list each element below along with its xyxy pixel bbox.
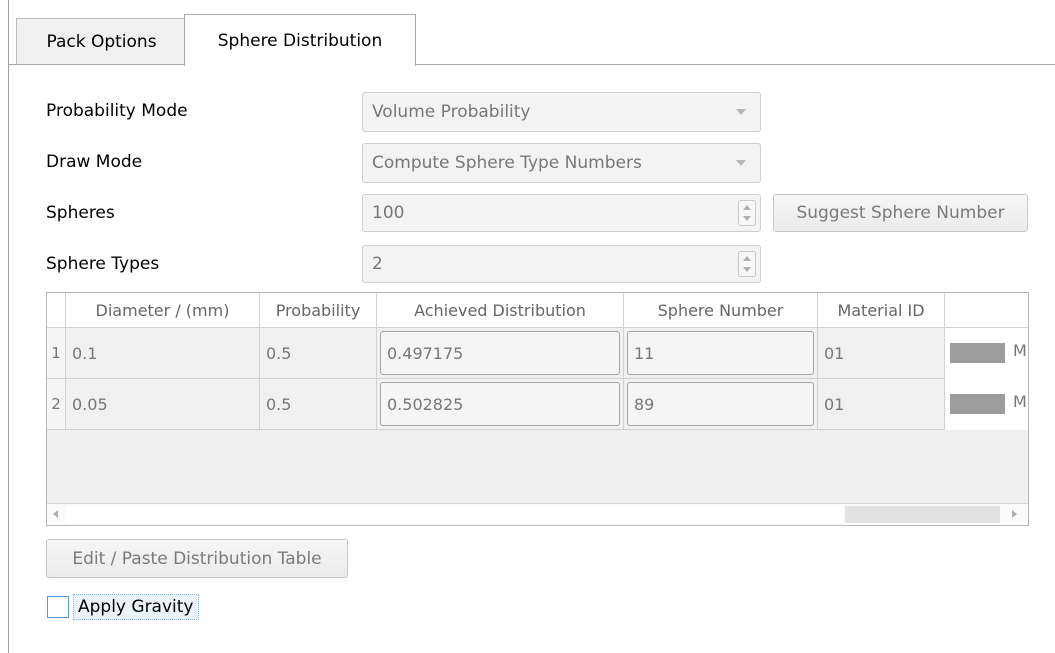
cell-sphere-number-value: 11 <box>627 331 814 375</box>
material-color-swatch <box>950 394 1005 414</box>
cell-sphere-number[interactable]: 89 <box>624 379 818 430</box>
tab-sphere-distribution-label: Sphere Distribution <box>217 30 383 51</box>
cell-material-id[interactable]: 01 <box>818 379 945 430</box>
edit-paste-distribution-table-button[interactable]: Edit / Paste Distribution Table <box>46 539 348 578</box>
column-header-material-color[interactable] <box>945 293 1028 328</box>
cell-achieved-distribution-value: 0.497175 <box>380 331 620 375</box>
probability-mode-select[interactable]: Volume Probability <box>362 92 761 132</box>
spheres-stepper[interactable] <box>738 200 756 226</box>
material-name-text: M <box>1013 392 1027 411</box>
probability-mode-value: Volume Probability <box>372 102 531 122</box>
horizontal-scrollbar[interactable] <box>47 503 1028 525</box>
material-name-text: M <box>1013 341 1027 360</box>
step-up-icon[interactable] <box>743 256 751 261</box>
spheres-spinbox[interactable]: 100 <box>362 194 761 232</box>
spheres-value: 100 <box>372 203 405 223</box>
tab-sphere-distribution[interactable]: Sphere Distribution <box>184 14 416 66</box>
cell-achieved-distribution[interactable]: 0.502825 <box>377 379 624 430</box>
cell-probability[interactable]: 0.5 <box>260 379 377 430</box>
cell-probability[interactable]: 0.5 <box>260 328 377 379</box>
cell-achieved-distribution[interactable]: 0.497175 <box>377 328 624 379</box>
spheres-label: Spheres <box>46 203 115 223</box>
step-down-icon[interactable] <box>743 267 751 272</box>
window-left-border <box>8 0 9 653</box>
tab-pack-options[interactable]: Pack Options <box>16 18 187 65</box>
probability-mode-label: Probability Mode <box>46 101 188 121</box>
sphere-types-spinbox[interactable]: 2 <box>362 245 761 283</box>
distribution-table[interactable]: Diameter / (mm) Probability Achieved Dis… <box>46 292 1029 526</box>
draw-mode-select[interactable]: Compute Sphere Type Numbers <box>362 143 761 183</box>
scroll-left-icon[interactable] <box>53 510 58 518</box>
scrollbar-track[interactable] <box>845 506 1000 523</box>
chevron-down-icon <box>736 160 746 166</box>
tab-pack-options-label: Pack Options <box>46 32 157 52</box>
draw-mode-value: Compute Sphere Type Numbers <box>372 153 642 173</box>
step-up-icon[interactable] <box>743 205 751 210</box>
tab-divider <box>9 64 1055 65</box>
apply-gravity-label[interactable]: Apply Gravity <box>73 594 199 620</box>
cell-achieved-distribution-value: 0.502825 <box>380 382 620 426</box>
column-header-diameter[interactable]: Diameter / (mm) <box>66 293 260 328</box>
column-header-achieved-distribution[interactable]: Achieved Distribution <box>377 293 624 328</box>
cell-material-color[interactable]: M <box>945 328 1028 379</box>
scroll-right-icon[interactable] <box>1012 510 1017 518</box>
cell-material-color[interactable]: M <box>945 379 1028 430</box>
column-header-sphere-number[interactable]: Sphere Number <box>624 293 818 328</box>
step-down-icon[interactable] <box>743 216 751 221</box>
sphere-types-value: 2 <box>372 254 383 274</box>
sphere-types-label: Sphere Types <box>46 254 160 274</box>
cell-diameter[interactable]: 0.1 <box>66 328 260 379</box>
row-header[interactable]: 1 <box>47 328 66 379</box>
cell-diameter[interactable]: 0.05 <box>66 379 260 430</box>
sphere-types-stepper[interactable] <box>738 251 756 277</box>
suggest-sphere-number-button[interactable]: Suggest Sphere Number <box>773 194 1028 232</box>
cell-sphere-number-value: 89 <box>627 382 814 426</box>
cell-sphere-number[interactable]: 11 <box>624 328 818 379</box>
cell-material-id[interactable]: 01 <box>818 328 945 379</box>
tab-bar: Pack Options Sphere Distribution <box>9 14 1055 66</box>
chevron-down-icon <box>736 109 746 115</box>
material-color-swatch <box>950 343 1005 363</box>
column-header-material-id[interactable]: Material ID <box>818 293 945 328</box>
column-header-probability[interactable]: Probability <box>260 293 377 328</box>
draw-mode-label: Draw Mode <box>46 152 143 172</box>
table-corner <box>47 293 66 328</box>
scrollbar-thumb[interactable] <box>66 506 843 523</box>
row-header[interactable]: 2 <box>47 379 66 430</box>
apply-gravity-checkbox[interactable] <box>47 596 69 618</box>
